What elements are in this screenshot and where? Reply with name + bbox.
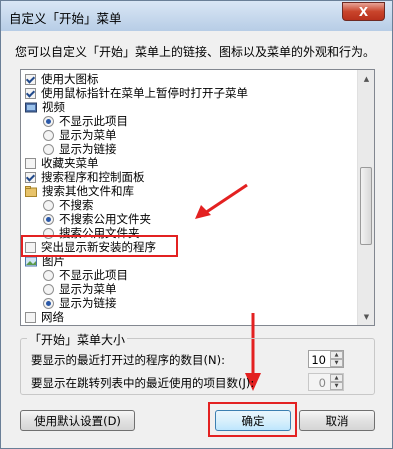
checkbox-icon[interactable] xyxy=(25,157,36,169)
spinner-value: 0 xyxy=(318,376,326,390)
option-label: 收藏夹菜单 xyxy=(41,156,99,170)
vertical-scrollbar[interactable]: ▲ ▼ xyxy=(357,70,374,325)
radio-icon[interactable] xyxy=(43,115,54,127)
checkbox-icon[interactable] xyxy=(25,311,36,323)
radio-icon[interactable] xyxy=(43,129,54,141)
option-label: 搜索程序和控制面板 xyxy=(41,170,145,184)
spin-up-icon[interactable]: ▲ xyxy=(330,351,343,359)
search-no-public-radio[interactable]: 不搜索公用文件夹 xyxy=(43,212,151,226)
jumplist-items-spinner[interactable]: 0 ▲ ▼ xyxy=(308,373,344,391)
ok-button[interactable]: 确定 xyxy=(215,410,291,431)
scroll-thumb[interactable] xyxy=(360,167,372,245)
radio-icon[interactable] xyxy=(43,213,54,225)
cancel-button[interactable]: 取消 xyxy=(299,410,375,431)
jumplist-items-label: 要显示在跳转列表中的最近使用的项目数(J): xyxy=(31,376,255,390)
videos-menu-radio[interactable]: 显示为菜单 xyxy=(43,128,117,142)
radio-icon[interactable] xyxy=(43,143,54,155)
network-option[interactable]: 网络 xyxy=(25,310,64,324)
option-label: 搜索其他文件和库 xyxy=(42,184,134,198)
option-label: 不搜索 xyxy=(59,198,94,212)
option-label: 显示为链接 xyxy=(59,296,117,310)
option-label: 网络 xyxy=(41,310,64,324)
option-label: 使用大图标 xyxy=(41,72,99,86)
videos-link-radio[interactable]: 显示为链接 xyxy=(43,142,117,156)
checkbox-icon[interactable] xyxy=(25,73,36,85)
radio-icon[interactable] xyxy=(43,283,54,295)
option-label: 显示为菜单 xyxy=(59,282,117,296)
option-label: 使用鼠标指针在菜单上暂停时打开子菜单 xyxy=(41,86,248,100)
videos-hide-radio[interactable]: 不显示此项目 xyxy=(43,114,128,128)
recent-programs-spinner[interactable]: 10 ▲ ▼ xyxy=(308,350,344,368)
option-label: 视频 xyxy=(42,100,65,114)
customize-start-menu-dialog: 自定义「开始」菜单 X 您可以自定义「开始」菜单上的链接、图标以及菜单的外观和行… xyxy=(0,0,393,449)
pictures-icon xyxy=(25,256,37,266)
recent-programs-label: 要显示的最近打开过的程序的数目(N): xyxy=(31,353,225,367)
close-button[interactable]: X xyxy=(342,2,385,21)
spin-down-icon[interactable]: ▼ xyxy=(330,382,343,390)
hover-submenu-option[interactable]: 使用鼠标指针在菜单上暂停时打开子菜单 xyxy=(25,86,248,100)
checkbox-icon[interactable] xyxy=(25,171,36,183)
search-other-group: 搜索其他文件和库 xyxy=(25,184,134,198)
videos-group: 视频 xyxy=(25,100,65,114)
favorites-option[interactable]: 收藏夹菜单 xyxy=(25,156,99,170)
scroll-up-icon[interactable]: ▲ xyxy=(358,70,374,87)
folder-search-icon xyxy=(25,185,37,197)
close-icon: X xyxy=(358,4,369,19)
search-programs-option[interactable]: 搜索程序和控制面板 xyxy=(25,170,145,184)
option-label: 不显示此项目 xyxy=(59,114,128,128)
pictures-hide-radio[interactable]: 不显示此项目 xyxy=(43,268,128,282)
pictures-link-radio[interactable]: 显示为链接 xyxy=(43,296,117,310)
pictures-menu-radio[interactable]: 显示为菜单 xyxy=(43,282,117,296)
description-text: 您可以自定义「开始」菜单上的链接、图标以及菜单的外观和行为。 xyxy=(15,45,376,59)
scroll-down-icon[interactable]: ▼ xyxy=(358,308,374,325)
radio-icon[interactable] xyxy=(43,297,54,309)
radio-icon[interactable] xyxy=(43,199,54,211)
search-none-radio[interactable]: 不搜索 xyxy=(43,198,94,212)
spinner-value: 10 xyxy=(311,353,326,367)
title-bar: 自定义「开始」菜单 X xyxy=(1,1,392,31)
checkbox-icon[interactable] xyxy=(25,87,36,99)
spin-up-icon[interactable]: ▲ xyxy=(330,374,343,382)
option-label: 不搜索公用文件夹 xyxy=(59,212,151,226)
radio-icon[interactable] xyxy=(43,269,54,281)
option-label: 显示为菜单 xyxy=(59,128,117,142)
large-icons-option[interactable]: 使用大图标 xyxy=(25,72,99,86)
use-defaults-button[interactable]: 使用默认设置(D) xyxy=(20,410,135,431)
highlight-annotation-box xyxy=(21,235,178,257)
window-title: 自定义「开始」菜单 xyxy=(9,11,122,26)
option-label: 显示为链接 xyxy=(59,142,117,156)
annotation-arrow-icon xyxy=(195,183,248,219)
group-title: 「开始」菜单大小 xyxy=(27,331,128,348)
video-icon xyxy=(25,102,37,112)
spin-down-icon[interactable]: ▼ xyxy=(330,359,343,367)
option-label: 不显示此项目 xyxy=(59,268,128,282)
